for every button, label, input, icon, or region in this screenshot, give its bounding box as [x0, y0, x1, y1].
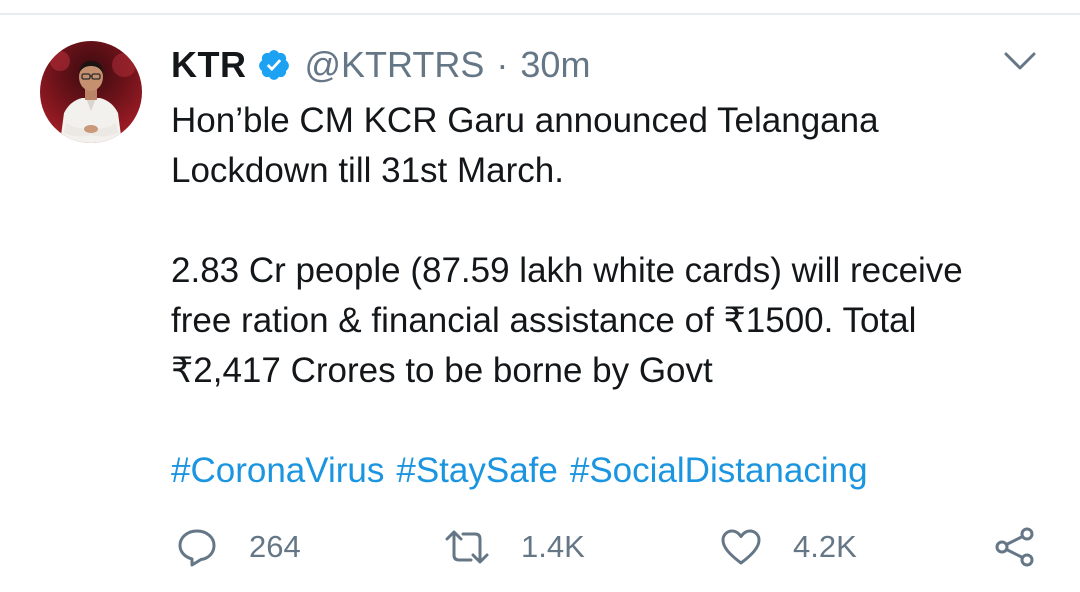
like-icon: [719, 525, 763, 569]
avatar[interactable]: [40, 41, 142, 143]
retweet-icon: [443, 525, 491, 569]
text-line: 2.83 Cr people (87.59 lakh white cards) …: [171, 251, 963, 290]
action-bar: 264 1.4K 4.2K: [171, 520, 1051, 574]
like-button[interactable]: 4.2K: [719, 520, 857, 574]
tweet: KTR @KTRTRS · 30m Hon’ble CM KCR Garu an…: [0, 0, 1080, 592]
separator-dot: ·: [496, 44, 509, 85]
chevron-down-icon[interactable]: [1000, 44, 1040, 78]
reply-button[interactable]: 264: [175, 520, 301, 574]
tweet-header: KTR @KTRTRS · 30m: [171, 40, 590, 90]
text-line: Hon’ble CM KCR Garu announced Telangana: [171, 101, 879, 140]
display-name[interactable]: KTR: [171, 44, 247, 86]
verified-icon: [257, 48, 291, 82]
text-line: free ration & financial assistance of ₹1…: [171, 301, 917, 340]
reply-icon: [175, 525, 219, 569]
tweet-text: Hon’ble CM KCR Garu announced Telangana …: [171, 96, 1061, 396]
hashtag-link[interactable]: #CoronaVirus: [171, 451, 384, 490]
hashtags: #CoronaVirus #StaySafe #SocialDistanacing: [171, 446, 880, 496]
timestamp[interactable]: 30m: [520, 44, 590, 86]
share-icon: [993, 525, 1037, 569]
like-count: 4.2K: [793, 529, 857, 564]
reply-count: 264: [249, 529, 301, 564]
hashtag-link[interactable]: #SocialDistanacing: [570, 451, 868, 490]
share-button[interactable]: [993, 520, 1037, 574]
text-line: Lockdown till 31st March.: [171, 151, 564, 190]
handle[interactable]: @KTRTRS: [305, 44, 485, 86]
retweet-button[interactable]: 1.4K: [443, 520, 585, 574]
retweet-count: 1.4K: [521, 529, 585, 564]
text-line: ₹2,417 Crores to be borne by Govt: [171, 351, 713, 390]
hashtag-link[interactable]: #StaySafe: [396, 451, 558, 490]
